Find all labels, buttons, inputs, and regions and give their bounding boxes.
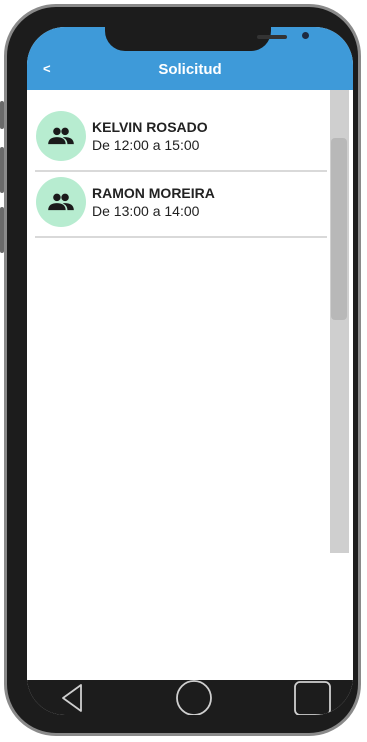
request-schedule: De 12:00 a 15:00 bbox=[92, 137, 200, 153]
people-icon bbox=[48, 127, 74, 145]
list-item[interactable]: KELVIN ROSADO De 12:00 a 15:00 bbox=[35, 106, 327, 172]
request-name: KELVIN ROSADO bbox=[92, 119, 208, 135]
camera-icon bbox=[302, 32, 309, 39]
people-icon bbox=[48, 193, 74, 211]
speaker-grille bbox=[257, 35, 287, 39]
request-list: KELVIN ROSADO De 12:00 a 15:00 RAMON MOR… bbox=[35, 106, 327, 238]
volume-down-button bbox=[0, 147, 4, 193]
request-schedule: De 13:00 a 14:00 bbox=[92, 203, 200, 219]
recents-square-icon[interactable] bbox=[293, 680, 333, 715]
back-triangle-icon[interactable] bbox=[59, 680, 87, 715]
app-bar: < Solicitud bbox=[27, 27, 353, 90]
request-list-container: KELVIN ROSADO De 12:00 a 15:00 RAMON MOR… bbox=[27, 90, 353, 680]
system-nav-bar bbox=[27, 680, 353, 715]
page-title: Solicitud bbox=[158, 61, 222, 78]
list-item[interactable]: RAMON MOREIRA De 13:00 a 14:00 bbox=[35, 172, 327, 238]
home-circle-icon[interactable] bbox=[175, 680, 213, 715]
scrollbar-thumb[interactable] bbox=[331, 138, 347, 320]
avatar bbox=[36, 177, 86, 227]
request-name: RAMON MOREIRA bbox=[92, 185, 215, 201]
avatar bbox=[36, 111, 86, 161]
notch bbox=[105, 27, 309, 51]
phone-screen: < Solicitud KELVIN ROSADO De 12:00 a 15:… bbox=[27, 27, 353, 715]
mute-switch bbox=[0, 207, 4, 253]
volume-up-button bbox=[0, 101, 4, 129]
